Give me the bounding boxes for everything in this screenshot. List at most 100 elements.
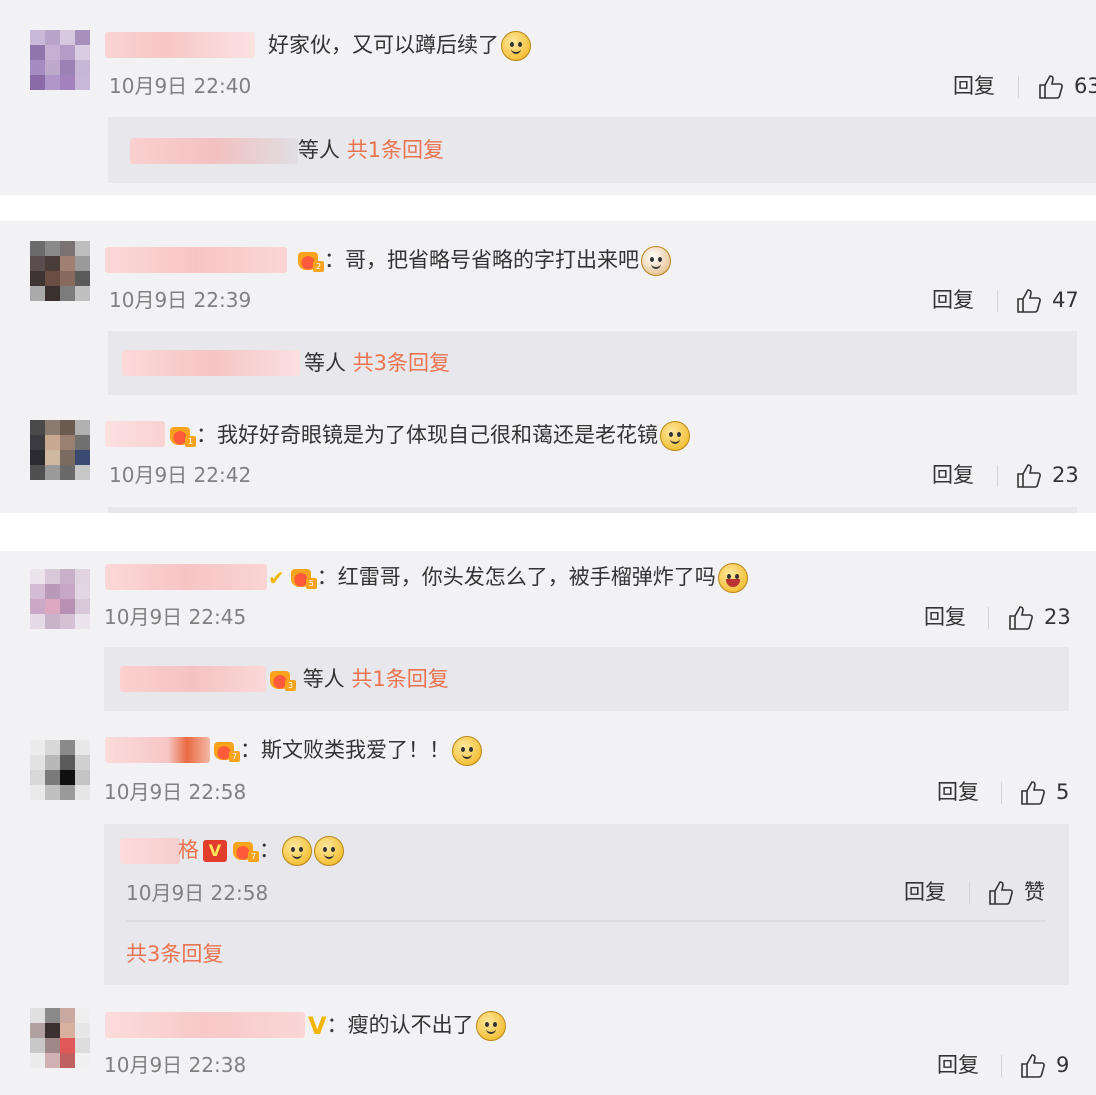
doge-emoji-icon	[501, 31, 531, 61]
shy-emoji-icon	[282, 836, 312, 866]
comment-panel-1: 好家伙，又可以蹲后续了 10月9日 22:40 回复 63 等人 共1条回复	[0, 0, 1096, 195]
fan-badge-icon: 3	[268, 669, 296, 691]
comment-panel-3: ✔ 5 ：红雷哥，你头发怎么了，被手榴弹炸了吗 10月9日 22:45 回复 23 …	[0, 551, 1096, 1095]
reply-button[interactable]: 回复	[953, 72, 995, 100]
view-replies-link[interactable]: 共1条回复	[347, 138, 444, 162]
comment-text: V：瘦的认不出了	[308, 1010, 506, 1041]
subreply-reply-button[interactable]: 回复	[904, 878, 946, 906]
gold-v-icon: V	[308, 1012, 327, 1040]
divider	[997, 465, 998, 487]
timestamp: 10月9日 22:45	[104, 605, 247, 629]
confused-emoji-icon	[660, 421, 690, 451]
reply-button[interactable]: 回复	[924, 603, 966, 631]
subreply-header: 格 V 7：	[178, 836, 344, 866]
timestamp: 10月9日 22:40	[109, 74, 252, 98]
thumbs-up-icon[interactable]	[1016, 463, 1042, 489]
cat-emoji-icon	[641, 246, 671, 276]
view-all-replies-link[interactable]: 共3条回复	[126, 940, 223, 968]
thread-summary: 等人 共1条回复	[298, 136, 444, 164]
like-count: 23	[1052, 463, 1079, 487]
replier-names-blurred	[122, 350, 300, 376]
username-blurred[interactable]	[105, 247, 287, 273]
comment-text: 好家伙，又可以蹲后续了	[268, 30, 531, 61]
timestamp: 10月9日 22:58	[104, 780, 247, 804]
thread-suffix: 等人	[298, 138, 340, 162]
divider	[1001, 782, 1002, 804]
shy-emoji-icon	[314, 836, 344, 866]
comment-panel-2: 2 ：哥，把省略号省略的字打出来吧 10月9日 22:39 回复 47 等人 共3…	[0, 221, 1096, 513]
avatar[interactable]	[30, 569, 90, 629]
username-blurred[interactable]	[105, 737, 210, 763]
fan-badge-icon: 1	[168, 425, 196, 447]
reply-button[interactable]: 回复	[937, 1051, 979, 1079]
comment-text-content: ：我好好奇眼镜是为了体现自己很和蔼还是老花镜	[196, 423, 658, 447]
thumbs-up-icon[interactable]	[1020, 780, 1046, 806]
comment-text: 2 ：哥，把省略号省略的字打出来吧	[292, 245, 671, 276]
timestamp: 10月9日 22:42	[109, 463, 252, 487]
subreply-username-blurred[interactable]	[120, 838, 180, 864]
avatar[interactable]	[30, 30, 90, 90]
thumbs-up-icon[interactable]	[1008, 605, 1034, 631]
thread-suffix: 等人	[304, 351, 346, 375]
subreply-timestamp: 10月9日 22:58	[126, 881, 269, 905]
verified-check-icon: ✔	[268, 566, 285, 590]
fan-badge-icon: 2	[296, 250, 324, 272]
view-replies-link[interactable]: 共3条回复	[353, 351, 450, 375]
thread-summary: 3 等人 共1条回复	[264, 665, 449, 693]
fan-badge-icon: 7	[231, 840, 259, 862]
like-count: 47	[1052, 288, 1079, 312]
replier-names-blurred	[120, 666, 266, 692]
fan-badge-icon: 7	[212, 740, 240, 762]
reply-thread-box[interactable]: 等人 共3条回复	[108, 331, 1077, 395]
subreply-like-label[interactable]: 赞	[1024, 878, 1045, 906]
like-count: 63	[1074, 74, 1096, 98]
v-badge-icon: V	[203, 840, 227, 862]
comment-text-content: ：红雷哥，你头发怎么了，被手榴弹炸了吗	[316, 565, 716, 589]
fan-badge-icon: 5	[289, 567, 317, 589]
avatar[interactable]	[30, 241, 90, 301]
replier-names-blurred	[130, 138, 298, 164]
timestamp: 10月9日 22:39	[109, 288, 252, 312]
username-blurred[interactable]	[105, 564, 267, 590]
timestamp: 10月9日 22:38	[104, 1053, 247, 1077]
thumbs-up-icon[interactable]	[1020, 1053, 1046, 1079]
subreply-colon: ：	[259, 838, 280, 862]
reply-thread-box[interactable]: 3 等人 共1条回复	[104, 647, 1069, 711]
comment-text-content: 好家伙，又可以蹲后续了	[268, 33, 499, 57]
subreply-name-tail[interactable]: 格	[178, 838, 199, 862]
comment-text-content: ：斯文败类我爱了！！	[240, 738, 450, 762]
reply-thread-box[interactable]: 等人 共1条回复	[108, 117, 1096, 183]
divider	[969, 882, 970, 904]
reply-button[interactable]: 回复	[937, 778, 979, 806]
thread-divider	[126, 920, 1046, 922]
thread-suffix: 等人	[302, 667, 345, 691]
username-blurred[interactable]	[105, 421, 165, 447]
doge-emoji-icon	[452, 736, 482, 766]
divider	[988, 607, 989, 629]
comment-text-content: ：哥，把省略号省略的字打出来吧	[324, 248, 639, 272]
comment-text: 1 ：我好好奇眼镜是为了体现自己很和蔼还是老花镜	[164, 420, 690, 451]
like-count: 23	[1044, 605, 1071, 629]
comment-text: ✔ 5 ：红雷哥，你头发怎么了，被手榴弹炸了吗	[268, 562, 748, 593]
reply-thread-box: 格 V 7： 10月9日 22:58 回复 赞 共3条回复	[104, 824, 1069, 985]
comment-text-content: ：瘦的认不出了	[326, 1013, 474, 1037]
like-count: 5	[1056, 780, 1070, 804]
username-blurred[interactable]	[105, 32, 255, 58]
thumbs-up-icon[interactable]	[988, 880, 1014, 906]
reply-button[interactable]: 回复	[932, 286, 974, 314]
username-blurred[interactable]	[105, 1012, 305, 1038]
screenshot-gap	[0, 195, 1096, 221]
laughing-emoji-icon	[717, 563, 748, 593]
avatar[interactable]	[30, 1008, 90, 1068]
divider	[997, 290, 998, 312]
thread-summary: 等人 共3条回复	[304, 349, 450, 377]
thumbs-up-icon[interactable]	[1038, 74, 1064, 100]
like-count: 9	[1056, 1053, 1070, 1077]
avatar[interactable]	[30, 740, 90, 800]
divider	[1018, 76, 1019, 98]
avatar[interactable]	[30, 420, 90, 480]
view-replies-link[interactable]: 共1条回复	[351, 667, 448, 691]
reply-button[interactable]: 回复	[932, 461, 974, 489]
comment-text: 7 ：斯文败类我爱了！！	[208, 735, 482, 766]
thumbs-up-icon[interactable]	[1016, 288, 1042, 314]
